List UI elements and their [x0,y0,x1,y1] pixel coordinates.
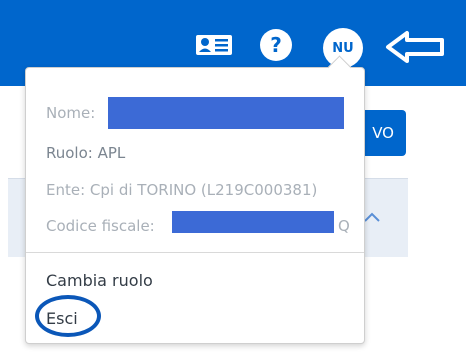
chevron-up-icon[interactable] [362,210,382,224]
user-ente-label: Ente: Cpi di TORINO (L219C000381) [46,181,318,199]
user-name-label: Nome: [46,104,96,122]
svg-text:?: ? [270,33,282,57]
menu-divider [26,252,364,253]
id-card-icon[interactable] [195,34,233,56]
tax-code-suffix: Q [338,217,350,235]
user-tax-code-label: Codice fiscale: [46,217,155,235]
redacted-name [108,97,344,129]
help-icon[interactable]: ? [259,28,293,62]
back-arrow-icon[interactable] [385,30,445,64]
change-role-menu-item[interactable]: Cambia ruolo [46,271,153,290]
user-menu-dropdown: Nome: Ruolo: APL Ente: Cpi di TORINO (L2… [25,55,365,344]
redacted-tax-code [172,211,334,233]
logout-menu-item[interactable]: Esci [46,309,78,328]
user-role-label: Ruolo: APL [46,144,126,162]
